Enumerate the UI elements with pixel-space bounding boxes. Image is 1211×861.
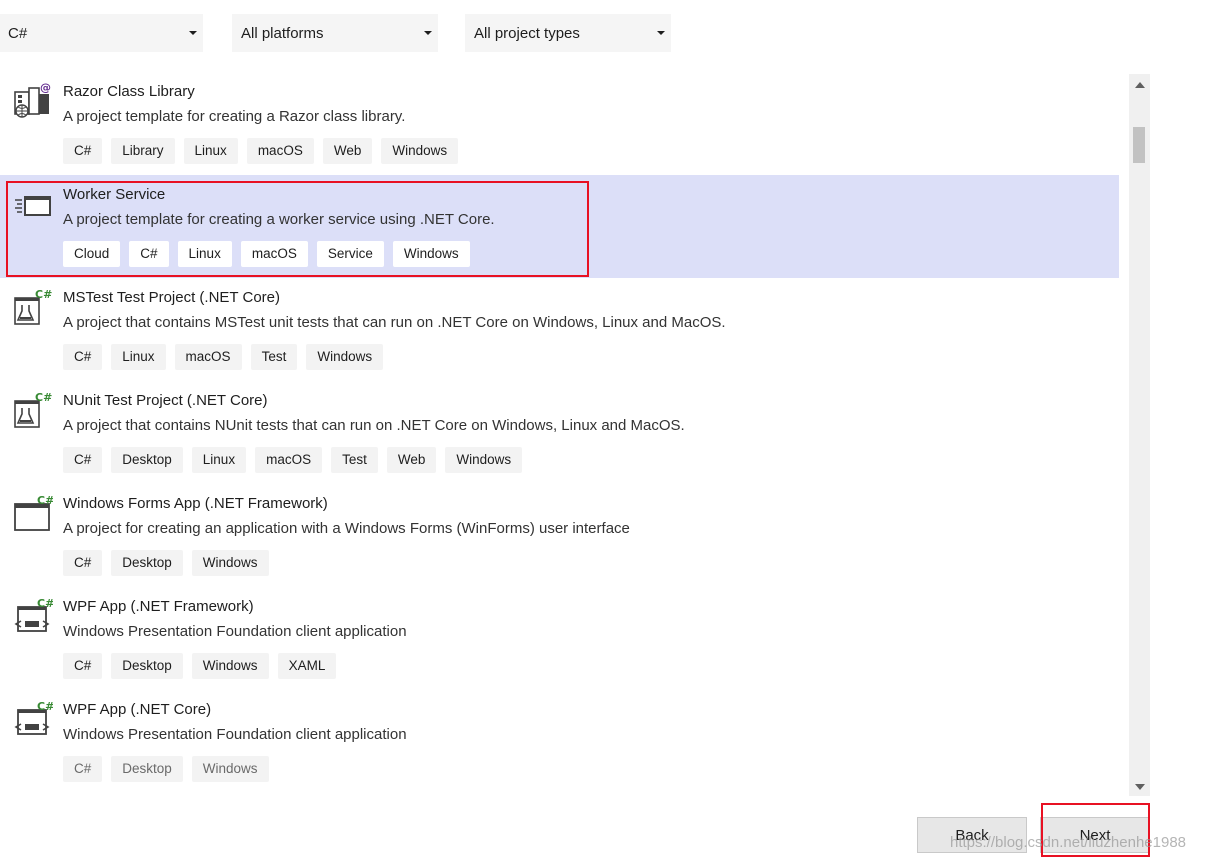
template-tag: Desktop bbox=[111, 756, 183, 782]
svg-text:C#: C# bbox=[37, 700, 53, 713]
template-tag: Desktop bbox=[111, 653, 183, 679]
platform-filter-value: All platforms bbox=[241, 24, 324, 42]
template-item[interactable]: C# MSTest Test Project (.NET Core) A proje… bbox=[0, 278, 1119, 381]
template-tag: macOS bbox=[174, 344, 242, 370]
template-tag: Windows bbox=[191, 550, 269, 576]
nunit-project-icon: C# bbox=[13, 391, 53, 431]
template-item[interactable]: C# NUnit Test Project (.NET Core) A projec… bbox=[0, 381, 1119, 484]
project-type-filter-value: All project types bbox=[474, 24, 580, 42]
template-tag: macOS bbox=[255, 447, 323, 473]
template-tag: Desktop bbox=[111, 447, 183, 473]
template-description: A project for creating an application wi… bbox=[63, 520, 630, 537]
mstest-project-icon: C# bbox=[13, 288, 53, 328]
template-title: MSTest Test Project (.NET Core) bbox=[63, 289, 281, 306]
template-tag: Windows bbox=[191, 653, 269, 679]
windows-forms-app-icon: C# bbox=[13, 494, 54, 534]
wpf-app-icon: C# bbox=[13, 700, 54, 740]
chevron-down-icon bbox=[189, 31, 197, 35]
language-filter-dropdown[interactable]: C# bbox=[0, 14, 203, 52]
template-tag: Windows bbox=[191, 756, 269, 782]
template-tags: C# Library Linux macOS Web Windows bbox=[63, 138, 459, 164]
template-title: NUnit Test Project (.NET Core) bbox=[63, 392, 268, 409]
template-title: Windows Forms App (.NET Framework) bbox=[63, 495, 328, 512]
template-tag: Linux bbox=[111, 344, 166, 370]
platform-filter-dropdown[interactable]: All platforms bbox=[232, 14, 438, 52]
chevron-down-icon bbox=[424, 31, 432, 35]
svg-text:C#: C# bbox=[35, 288, 52, 301]
template-tags: C# Desktop Windows bbox=[63, 550, 269, 576]
template-description: Windows Presentation Foundation client a… bbox=[63, 726, 407, 743]
project-type-filter-dropdown[interactable]: All project types bbox=[465, 14, 671, 52]
template-title: WPF App (.NET Core) bbox=[63, 701, 212, 718]
svg-text:@: @ bbox=[40, 82, 51, 94]
template-tag: C# bbox=[63, 447, 103, 473]
template-item[interactable]: C# WPF App (.NET Framework) Windows Presen… bbox=[0, 587, 1119, 690]
template-tag: C# bbox=[63, 756, 103, 782]
template-tag: Web bbox=[322, 138, 373, 164]
scroll-down-icon[interactable] bbox=[1135, 784, 1145, 790]
template-title: WPF App (.NET Framework) bbox=[63, 598, 254, 615]
template-tag: C# bbox=[63, 653, 103, 679]
template-description: Windows Presentation Foundation client a… bbox=[63, 623, 407, 640]
template-tags: C# Linux macOS Test Windows bbox=[63, 344, 384, 370]
template-tags: C# Desktop Linux macOS Test Web Windows bbox=[63, 447, 523, 473]
template-tag: macOS bbox=[246, 138, 314, 164]
template-tag: XAML bbox=[277, 653, 337, 679]
selection-highlight-box bbox=[6, 181, 589, 277]
template-tag: C# bbox=[63, 344, 103, 370]
template-item[interactable]: C# WPF App (.NET Core) Windows Presentatio… bbox=[0, 690, 1119, 793]
svg-text:C#: C# bbox=[37, 494, 53, 507]
razor-class-library-icon: @ bbox=[13, 81, 53, 122]
template-description: A project that contains NUnit tests that… bbox=[63, 417, 685, 434]
template-tag: Web bbox=[386, 447, 437, 473]
template-item[interactable]: C# Windows Forms App (.NET Framework) A pr… bbox=[0, 484, 1119, 587]
template-tag: Test bbox=[331, 447, 378, 473]
scroll-up-icon[interactable] bbox=[1135, 82, 1145, 88]
scroll-thumb[interactable] bbox=[1133, 127, 1145, 163]
template-tag: Desktop bbox=[111, 550, 183, 576]
template-tag: Test bbox=[250, 344, 298, 370]
language-filter-value: C# bbox=[8, 24, 28, 42]
template-tag: C# bbox=[63, 550, 103, 576]
template-description: A project template for creating a Razor … bbox=[63, 108, 406, 125]
template-description: A project that contains MSTest unit test… bbox=[63, 314, 726, 331]
template-tag: Windows bbox=[445, 447, 523, 473]
chevron-down-icon bbox=[657, 31, 665, 35]
template-tag: Library bbox=[111, 138, 175, 164]
svg-text:C#: C# bbox=[37, 597, 53, 610]
template-tag: Linux bbox=[183, 138, 238, 164]
template-tag: Windows bbox=[306, 344, 384, 370]
template-tags: C# Desktop Windows XAML bbox=[63, 653, 337, 679]
svg-text:C#: C# bbox=[35, 391, 52, 404]
template-tag: C# bbox=[63, 138, 103, 164]
template-item[interactable]: @ Razor Class Library A project template f… bbox=[0, 72, 1119, 175]
template-tag: Windows bbox=[381, 138, 459, 164]
template-title: Razor Class Library bbox=[63, 83, 195, 100]
scrollbar[interactable] bbox=[1129, 74, 1150, 796]
watermark: https://blog.csdn.net/liuzhenhe1988 bbox=[950, 834, 1187, 851]
template-tag: Linux bbox=[191, 447, 247, 473]
wpf-app-icon: C# bbox=[13, 597, 54, 637]
template-tags: C# Desktop Windows bbox=[63, 756, 269, 782]
